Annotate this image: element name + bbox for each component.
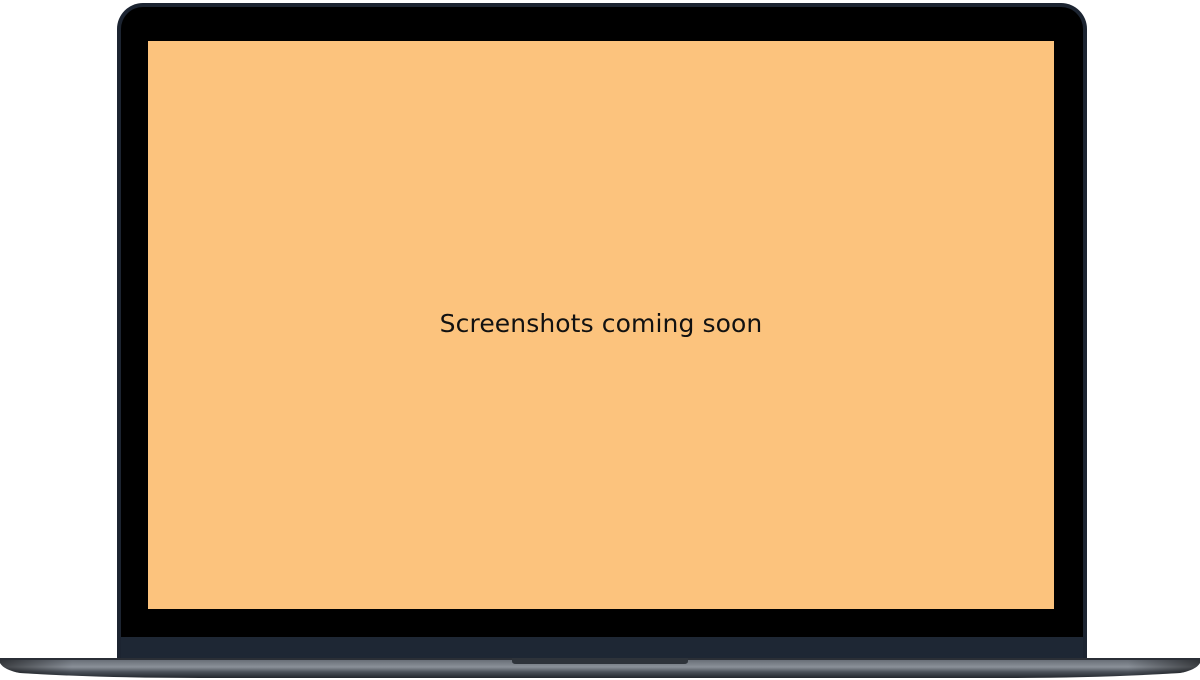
laptop-base bbox=[0, 656, 1200, 680]
base-notch bbox=[512, 658, 688, 664]
laptop-hinge bbox=[121, 637, 1083, 658]
placeholder-message: Screenshots coming soon bbox=[439, 308, 763, 338]
screen-bezel: Screenshots coming soon bbox=[121, 7, 1083, 637]
laptop-lid: Screenshots coming soon bbox=[117, 3, 1087, 658]
laptop-screen: Screenshots coming soon bbox=[148, 41, 1054, 609]
laptop-mockup: Screenshots coming soon bbox=[0, 0, 1200, 680]
